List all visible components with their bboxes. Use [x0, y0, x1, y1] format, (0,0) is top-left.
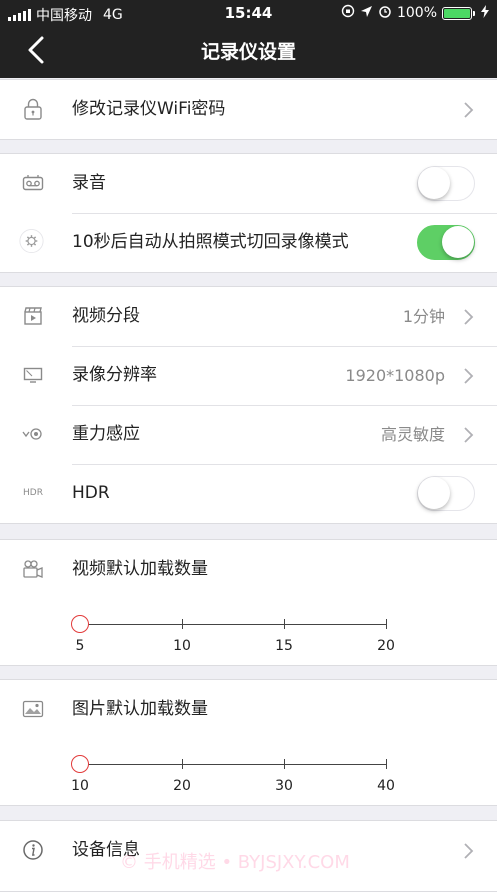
clapperboard-icon	[22, 305, 44, 327]
slider-tick-label: 10	[71, 778, 89, 794]
top-bar: 中国移动 4G 15:44 100% 记录仪设置	[0, 0, 497, 78]
wifi-password-label: 修改记录仪WiFi密码	[72, 99, 226, 119]
slider-tick	[284, 619, 285, 629]
wifi-section: 修改记录仪WiFi密码	[0, 79, 497, 140]
toggle-knob	[442, 226, 474, 258]
slider-tick-label: 10	[173, 638, 191, 654]
slider-track[interactable]	[80, 624, 386, 625]
video-count-section: 视频默认加载数量 5 10 15 20	[0, 539, 497, 666]
slider-tick-label: 5	[75, 638, 85, 654]
video-segment-value: 1分钟	[402, 307, 445, 326]
hdr-label: HDR	[72, 483, 110, 503]
gravity-sensor-icon	[22, 423, 44, 445]
video-count-label: 视频默认加载数量	[72, 559, 208, 579]
slider-tick-label: 40	[377, 778, 395, 794]
wifi-password-row[interactable]: 修改记录仪WiFi密码	[0, 80, 497, 139]
slider-tick	[182, 759, 183, 769]
status-bar: 中国移动 4G 15:44 100%	[0, 0, 497, 26]
chevron-right-icon	[464, 427, 474, 443]
chevron-right-icon	[464, 309, 474, 325]
resolution-row[interactable]: 录像分辨率 1920*1080p	[0, 346, 497, 405]
auto-switch-label: 10秒后自动从拍照模式切回录像模式	[72, 232, 349, 252]
chevron-right-icon	[464, 843, 474, 859]
auto-switch-row: 10秒后自动从拍照模式切回录像模式	[0, 213, 497, 272]
chevron-right-icon	[464, 368, 474, 384]
gsensor-label: 重力感应	[72, 424, 140, 444]
photo-count-slider[interactable]: 10 20 30 40	[71, 751, 395, 794]
video-segment-label: 视频分段	[72, 306, 140, 326]
auto-switch-toggle[interactable]	[417, 225, 475, 260]
battery-percent: 100%	[396, 5, 437, 21]
video-segment-row[interactable]: 视频分段 1分钟	[0, 287, 497, 346]
slider-tick-label: 15	[275, 638, 293, 654]
record-audio-toggle[interactable]	[417, 166, 475, 201]
slider-tick-label: 20	[377, 638, 395, 654]
resolution-label: 录像分辨率	[72, 365, 157, 385]
device-info-row[interactable]: 设备信息	[0, 821, 497, 880]
slider-tick-label: 20	[173, 778, 191, 794]
chevron-left-icon	[28, 36, 44, 64]
slider-tick	[284, 759, 285, 769]
device-info-section: 设备信息	[0, 820, 497, 892]
photo-count-header: 图片默认加载数量	[0, 680, 497, 739]
video-section: 视频分段 1分钟 录像分辨率 1920*1080p 重力感应 高灵敏度 HDR …	[0, 286, 497, 524]
charging-icon	[481, 4, 489, 22]
back-button[interactable]	[20, 33, 54, 67]
hdr-row: HDR HDR	[0, 464, 497, 523]
recorder-icon	[22, 172, 44, 194]
alarm-icon	[378, 4, 392, 22]
photo-count-label: 图片默认加载数量	[72, 699, 208, 719]
gsensor-value: 高灵敏度	[380, 425, 445, 444]
photo-count-section: 图片默认加载数量 10 20 30 40	[0, 679, 497, 806]
toggle-knob	[418, 477, 450, 509]
gsensor-row[interactable]: 重力感应 高灵敏度	[0, 405, 497, 464]
video-count-slider[interactable]: 5 10 15 20	[71, 611, 395, 654]
settings-gear-icon	[19, 228, 44, 253]
battery-icon	[442, 6, 475, 20]
device-info-label: 设备信息	[72, 840, 140, 860]
hdr-toggle[interactable]	[417, 476, 475, 511]
video-count-header: 视频默认加载数量	[0, 540, 497, 599]
record-audio-label: 录音	[72, 173, 106, 193]
slider-tick	[386, 759, 387, 769]
audio-section: 录音 10秒后自动从拍照模式切回录像模式	[0, 153, 497, 273]
lock-icon	[22, 98, 44, 120]
page-title: 记录仪设置	[200, 41, 296, 63]
hdr-icon: HDR	[22, 482, 44, 504]
slider-track[interactable]	[80, 764, 386, 765]
location-icon	[360, 5, 373, 22]
slider-tick-label: 30	[275, 778, 293, 794]
chevron-right-icon	[464, 102, 474, 118]
video-camera-icon	[22, 558, 44, 580]
info-icon	[22, 839, 44, 861]
monitor-icon	[22, 364, 44, 386]
hdr-icon-text: HDR	[23, 488, 43, 498]
toggle-knob	[418, 167, 450, 199]
slider-tick	[386, 619, 387, 629]
slider-thumb[interactable]	[71, 755, 89, 773]
resolution-value: 1920*1080p	[345, 366, 445, 385]
slider-thumb[interactable]	[71, 615, 89, 633]
record-audio-row: 录音	[0, 154, 497, 213]
image-icon	[22, 698, 44, 720]
slider-tick	[182, 619, 183, 629]
orientation-lock-icon	[341, 4, 355, 22]
